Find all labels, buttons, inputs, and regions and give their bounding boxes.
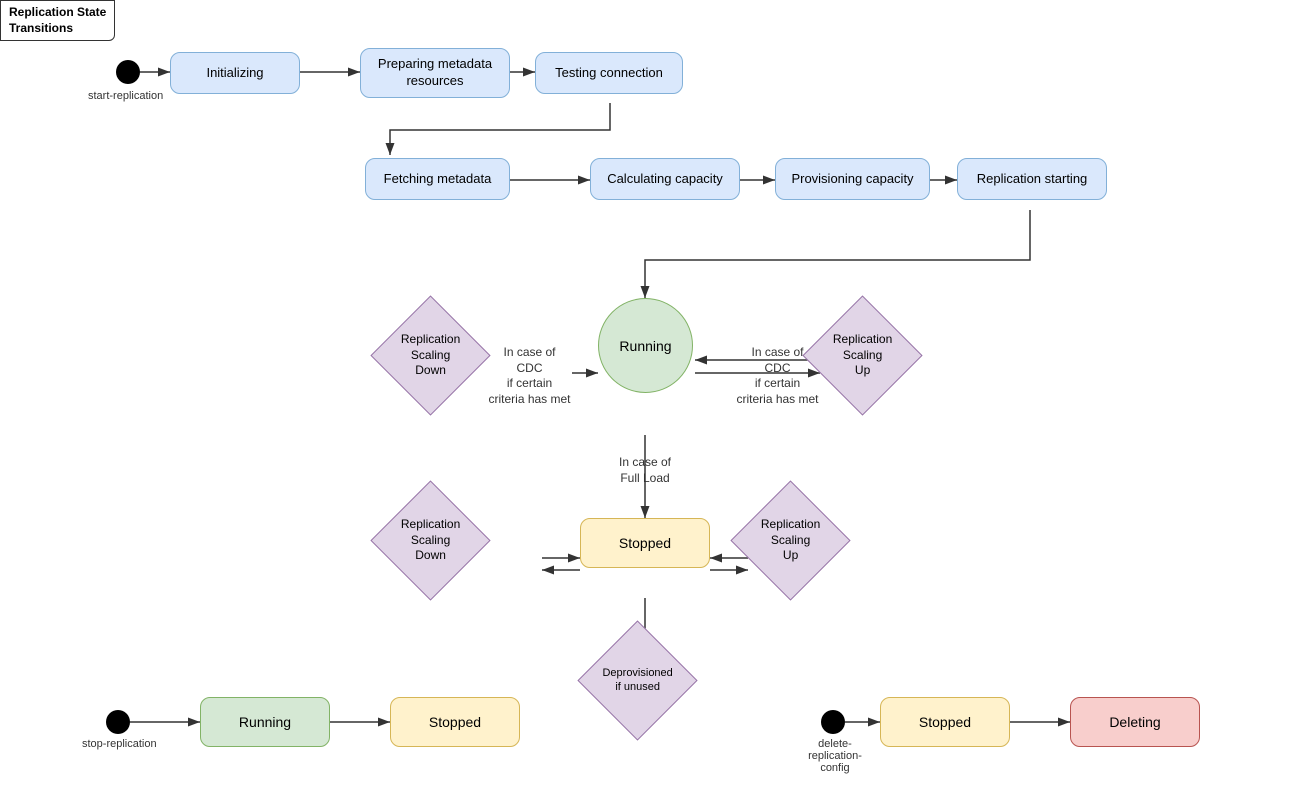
- delete-replication-config-label: delete-replication- config: [795, 738, 875, 774]
- start-replication-label: start-replication: [88, 90, 163, 102]
- diagram-title: Replication State Transitions: [0, 0, 115, 41]
- state-running-bottom: Running: [200, 697, 330, 747]
- state-initializing: Initializing: [170, 52, 300, 94]
- label-cdc-left: In case of CDC if certain criteria has m…: [482, 345, 577, 407]
- state-stopped-main: Stopped: [580, 518, 710, 568]
- state-preparing: Preparing metadata resources: [360, 48, 510, 98]
- delete-replication-config-circle: [821, 710, 845, 734]
- state-deleting: Deleting: [1070, 697, 1200, 747]
- state-provisioning: Provisioning capacity: [775, 158, 930, 200]
- diamond-scaling-up-bottom: Replication Scaling Up: [730, 480, 850, 600]
- state-calculating: Calculating capacity: [590, 158, 740, 200]
- stop-replication-label: stop-replication: [82, 738, 157, 750]
- start-replication-circle: [116, 60, 140, 84]
- state-fetching: Fetching metadata: [365, 158, 510, 200]
- diagram-container: Replication State Transitions: [0, 0, 1291, 808]
- state-replication-starting: Replication starting: [957, 158, 1107, 200]
- stop-replication-circle: [106, 710, 130, 734]
- label-full-load: In case of Full Load: [600, 455, 690, 486]
- state-testing: Testing connection: [535, 52, 683, 94]
- state-running-main: Running: [598, 298, 693, 393]
- diamond-deprovisioned: Deprovisioned if unused: [577, 620, 697, 740]
- diamond-scaling-down-top: Replication Scaling Down: [370, 295, 490, 415]
- diamond-scaling-down-bottom: Replication Scaling Down: [370, 480, 490, 600]
- state-stopped-bottom-right: Stopped: [880, 697, 1010, 747]
- state-stopped-bottom-left: Stopped: [390, 697, 520, 747]
